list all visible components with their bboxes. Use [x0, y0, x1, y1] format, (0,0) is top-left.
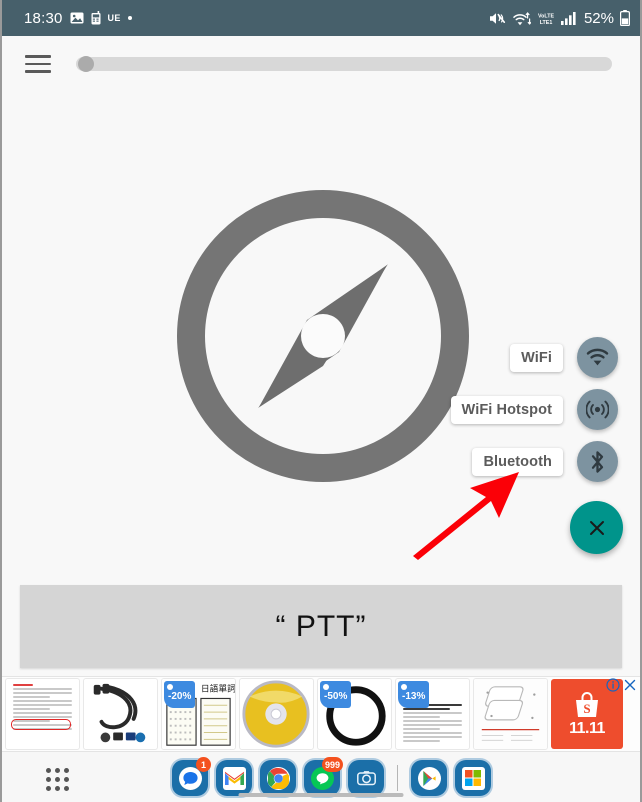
slider-thumb[interactable]	[78, 56, 94, 72]
dock-app-camera[interactable]	[348, 760, 384, 796]
status-bar-right: VoLTE LTE1 52%	[489, 10, 630, 27]
ad-card-phone-case[interactable]	[473, 678, 548, 750]
dock-app-office[interactable]	[455, 760, 491, 796]
dock-divider	[397, 765, 398, 791]
ad-artwork	[93, 683, 146, 743]
ad-strip[interactable]: -20% 日語單詞 -50% -13% S 11.11	[2, 676, 640, 752]
ad-info-icon[interactable]	[606, 678, 620, 692]
shopee-campaign-label: 11.11	[569, 719, 605, 737]
office-icon	[461, 766, 485, 790]
ad-card-ring-cable[interactable]: -50%	[317, 678, 392, 750]
status-bar: 18:30 UE VoLTE LTE1 52%	[2, 0, 640, 36]
status-bar-left: 18:30 UE	[24, 10, 489, 27]
wifi-icon[interactable]	[577, 337, 618, 378]
ad-artwork	[9, 682, 76, 746]
app-badge-messages: 1	[196, 757, 211, 772]
bluetooth-icon[interactable]	[577, 441, 618, 482]
svg-text:日語單詞: 日語單詞	[201, 683, 235, 694]
hamburger-line	[25, 70, 51, 73]
dock-apps: 1 999	[172, 757, 491, 796]
volte-icon: VoLTE LTE1	[537, 11, 555, 26]
progress-slider[interactable]	[76, 56, 612, 72]
ptt-banner[interactable]: “ PTT”	[20, 585, 622, 668]
wifi-transfer-icon	[512, 11, 531, 26]
chrome-icon	[266, 766, 290, 790]
home-indicator[interactable]	[238, 793, 404, 797]
top-bar	[2, 36, 640, 92]
svg-text:LTE1: LTE1	[540, 20, 553, 26]
ptt-banner-text: “ PTT”	[275, 609, 367, 643]
close-fab-button[interactable]	[570, 501, 623, 554]
hamburger-line	[25, 55, 51, 58]
ad-controls[interactable]	[606, 678, 637, 692]
gmail-icon	[222, 766, 246, 790]
ad-discount-badge: -20%	[164, 681, 196, 708]
ad-card-notebook[interactable]: -20% 日語單詞	[161, 678, 236, 750]
ad-card-korean-text[interactable]: -13%	[395, 678, 470, 750]
hotspot-icon[interactable]	[577, 389, 618, 430]
ue-label: UE	[107, 13, 121, 23]
camera-icon	[354, 766, 378, 790]
battery-icon	[620, 10, 630, 26]
signal-bars-icon	[560, 11, 577, 25]
ad-artwork	[242, 680, 310, 748]
fab-label-wifi-hotspot[interactable]: WiFi Hotspot	[450, 395, 563, 424]
mute-icon	[489, 11, 506, 26]
fab-item-wifi-hotspot[interactable]: WiFi Hotspot	[450, 389, 618, 430]
svg-text:VoLTE: VoLTE	[538, 13, 554, 19]
ad-card-text-document[interactable]	[5, 678, 80, 750]
dock-app-play-store[interactable]	[411, 760, 447, 796]
dock: 1 999	[2, 752, 640, 802]
close-icon	[589, 520, 604, 535]
slider-track[interactable]	[76, 57, 612, 71]
red-arrow-icon	[407, 468, 532, 563]
fab-label-wifi[interactable]: WiFi	[510, 343, 563, 372]
hamburger-line	[25, 62, 51, 66]
walkie-talkie-icon	[91, 11, 101, 25]
ad-card-cable-product[interactable]	[83, 678, 158, 750]
dock-app-gmail[interactable]	[216, 760, 252, 796]
play-store-icon	[417, 766, 441, 790]
fab-item-wifi[interactable]: WiFi	[510, 337, 618, 378]
dock-app-messages[interactable]: 1	[172, 757, 211, 796]
dock-app-line[interactable]: 999	[304, 757, 343, 796]
shopee-bag-icon: S	[576, 691, 598, 717]
ad-artwork	[474, 679, 547, 749]
ad-discount-badge: -50%	[320, 681, 352, 708]
ad-close-icon[interactable]	[623, 678, 637, 692]
compass-icon	[173, 186, 473, 486]
phone-screen: 18:30 UE VoLTE LTE1 52% WiFi WiFi Hotspo…	[0, 0, 642, 802]
app-drawer-grid-icon[interactable]	[46, 768, 69, 791]
hamburger-menu-icon[interactable]	[16, 42, 60, 86]
battery-percent: 52%	[583, 9, 614, 27]
dock-app-chrome[interactable]	[260, 760, 296, 796]
ad-discount-badge: -13%	[398, 681, 430, 708]
ad-highlight	[11, 719, 71, 730]
image-icon	[70, 11, 84, 25]
app-badge-line: 999	[321, 757, 343, 772]
status-time: 18:30	[24, 9, 63, 27]
dot-indicator-icon	[127, 16, 132, 20]
svg-text:S: S	[583, 701, 590, 716]
ad-card-cd-disc[interactable]	[239, 678, 314, 750]
